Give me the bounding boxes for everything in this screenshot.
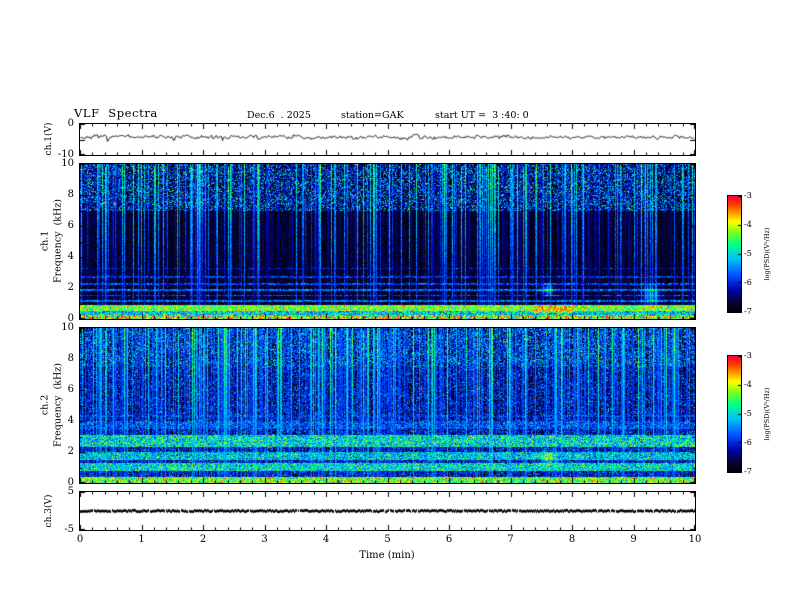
time-tick-label: 1 (138, 534, 145, 545)
time-tick-label: 0 (76, 534, 84, 545)
ch2-freq-tick-label: 2 (67, 446, 74, 457)
colorbar2-tick-label: -5 (744, 409, 752, 418)
station-label: station=GAK (341, 110, 404, 121)
ch2-freq-tick-label: 6 (67, 384, 74, 395)
ch1-freq-tick-label: 4 (67, 251, 74, 262)
ch1-freq-tick-label: 2 (67, 282, 74, 293)
colorbar2-tick-label: -3 (744, 351, 752, 360)
ch1-freq-tick-label: 8 (67, 189, 74, 200)
colorbar-ch1-units-label: log(PSD)(V²/Hz) (763, 227, 771, 281)
time-tick-label: 2 (199, 534, 207, 545)
ch3-volt-tick-label: 5 (67, 486, 74, 497)
time-axis-label: Time (min) (359, 550, 415, 561)
ch1-waveform-panel (79, 123, 696, 156)
ch2-frequency-axis-label: Frequency (kHz) (52, 363, 64, 447)
ch2-freq-tick-label: 10 (61, 322, 74, 333)
ch2-freq-tick-label: 4 (67, 415, 74, 426)
date-label: Dec.6 . 2025 (247, 110, 311, 121)
ch1-volt-tick-label: -10 (57, 149, 74, 160)
ch3-volts-axis-label: ch.3(V) (44, 494, 54, 528)
colorbar-ch2-units-label: log(PSD)(V²/Hz) (763, 387, 771, 441)
colorbar-ch2 (727, 355, 742, 473)
ch1-spectrogram-panel (79, 163, 696, 320)
time-tick-label: 4 (322, 534, 330, 545)
colorbar1-tick-label: -5 (744, 249, 752, 258)
figure-title: VLF Spectra (74, 106, 158, 120)
colorbar2-tick-label: -6 (744, 438, 752, 447)
ch2-freq-tick-label: 8 (67, 353, 74, 364)
time-tick-label: 9 (630, 534, 637, 545)
ch1-frequency-axis-label: Frequency (kHz) (52, 199, 64, 283)
time-tick-label: 6 (445, 534, 453, 545)
colorbar2-tick-label: -4 (744, 380, 752, 389)
colorbar1-tick-label: -7 (744, 307, 752, 316)
colorbar1-tick-label: -6 (744, 278, 752, 287)
ch1-freq-tick-label: 6 (67, 220, 74, 231)
ch2-spectrogram-panel (79, 327, 696, 484)
ch1-channel-label: ch.1 (39, 230, 51, 252)
colorbar1-tick-label: -3 (744, 191, 752, 200)
time-tick-label: 8 (568, 534, 576, 545)
colorbar1-tick-label: -4 (744, 220, 752, 229)
ch1-volt-tick-label: 0 (67, 118, 74, 129)
start-ut-label: start UT = 3 :40: 0 (435, 110, 529, 121)
time-tick-label: 3 (261, 534, 268, 545)
ch3-waveform-panel (79, 491, 696, 531)
time-tick-label: 5 (384, 534, 391, 545)
colorbar2-tick-label: -7 (744, 467, 752, 476)
time-tick-label: 7 (507, 534, 514, 545)
time-tick-label: 10 (688, 534, 702, 545)
ch2-channel-label: ch.2 (39, 394, 51, 416)
vlf-spectra-figure: VLF Spectra Dec.6 . 2025 station=GAK sta… (0, 0, 792, 612)
colorbar-ch1 (727, 195, 742, 313)
